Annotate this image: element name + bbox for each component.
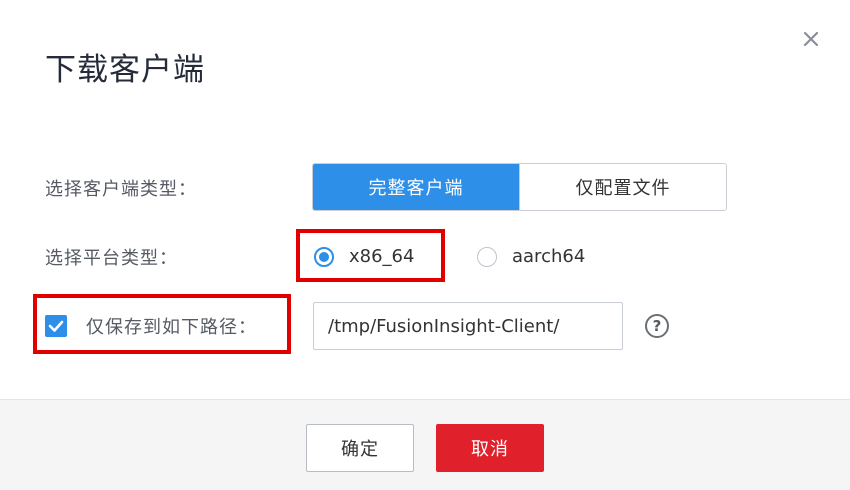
client-type-segmented-control: 完整客户端 仅配置文件 — [312, 163, 727, 211]
platform-type-label: 选择平台类型： — [45, 248, 178, 269]
radio-x86-64[interactable]: x86_64 — [314, 246, 414, 267]
radio-x86-64-label: x86_64 — [349, 246, 415, 267]
save-path-input[interactable] — [313, 302, 623, 350]
help-circle-icon[interactable]: ? — [645, 314, 669, 338]
radio-unselected-icon — [477, 246, 497, 267]
ok-button[interactable]: 确定 — [306, 424, 414, 472]
save-path-label: 仅保存到如下路径： — [86, 317, 257, 338]
download-client-dialog: 下载客户端 选择客户端类型： 完整客户端 仅配置文件 选择平台类型： x86_6… — [0, 0, 850, 490]
radio-selected-icon — [314, 246, 334, 267]
cancel-button[interactable]: 取消 — [436, 424, 544, 472]
checkmark-icon — [48, 320, 64, 332]
dialog-title: 下载客户端 — [45, 52, 205, 88]
radio-aarch64-label: aarch64 — [512, 246, 586, 267]
radio-aarch64[interactable]: aarch64 — [477, 246, 585, 267]
config-only-option[interactable]: 仅配置文件 — [519, 164, 726, 210]
save-path-checkbox[interactable] — [45, 315, 67, 337]
full-client-option[interactable]: 完整客户端 — [313, 164, 519, 210]
close-icon[interactable] — [798, 26, 824, 52]
dialog-footer: 确定 取消 — [0, 399, 850, 490]
client-type-label: 选择客户端类型： — [45, 179, 197, 200]
